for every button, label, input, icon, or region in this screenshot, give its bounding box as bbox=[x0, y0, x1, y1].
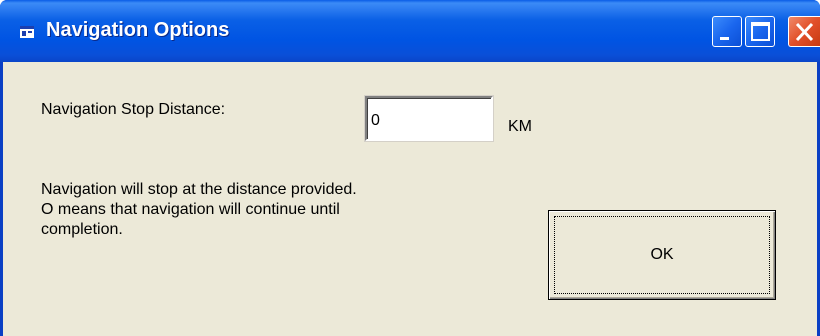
dialog-body: Navigation Stop Distance: KM Navigation … bbox=[3, 62, 817, 336]
window-title: Navigation Options bbox=[46, 19, 230, 41]
close-button[interactable] bbox=[788, 16, 820, 47]
minimize-button[interactable] bbox=[712, 16, 742, 47]
stop-distance-input[interactable] bbox=[364, 95, 494, 142]
info-text: Navigation will stop at the distance pro… bbox=[41, 180, 357, 240]
title-bar[interactable]: Navigation Options bbox=[0, 0, 820, 62]
info-line: completion. bbox=[41, 221, 123, 238]
maximize-button[interactable] bbox=[745, 16, 775, 47]
app-window-icon bbox=[20, 25, 34, 38]
ok-button-label: OK bbox=[650, 246, 674, 263]
ok-button[interactable]: OK bbox=[548, 210, 776, 300]
info-line: O means that navigation will continue un… bbox=[41, 201, 340, 218]
stop-distance-label: Navigation Stop Distance: bbox=[41, 101, 226, 118]
unit-label: KM bbox=[508, 118, 532, 135]
dialog-window: Navigation Options Navigation Stop Dista… bbox=[0, 0, 820, 336]
info-line: Navigation will stop at the distance pro… bbox=[41, 181, 357, 198]
